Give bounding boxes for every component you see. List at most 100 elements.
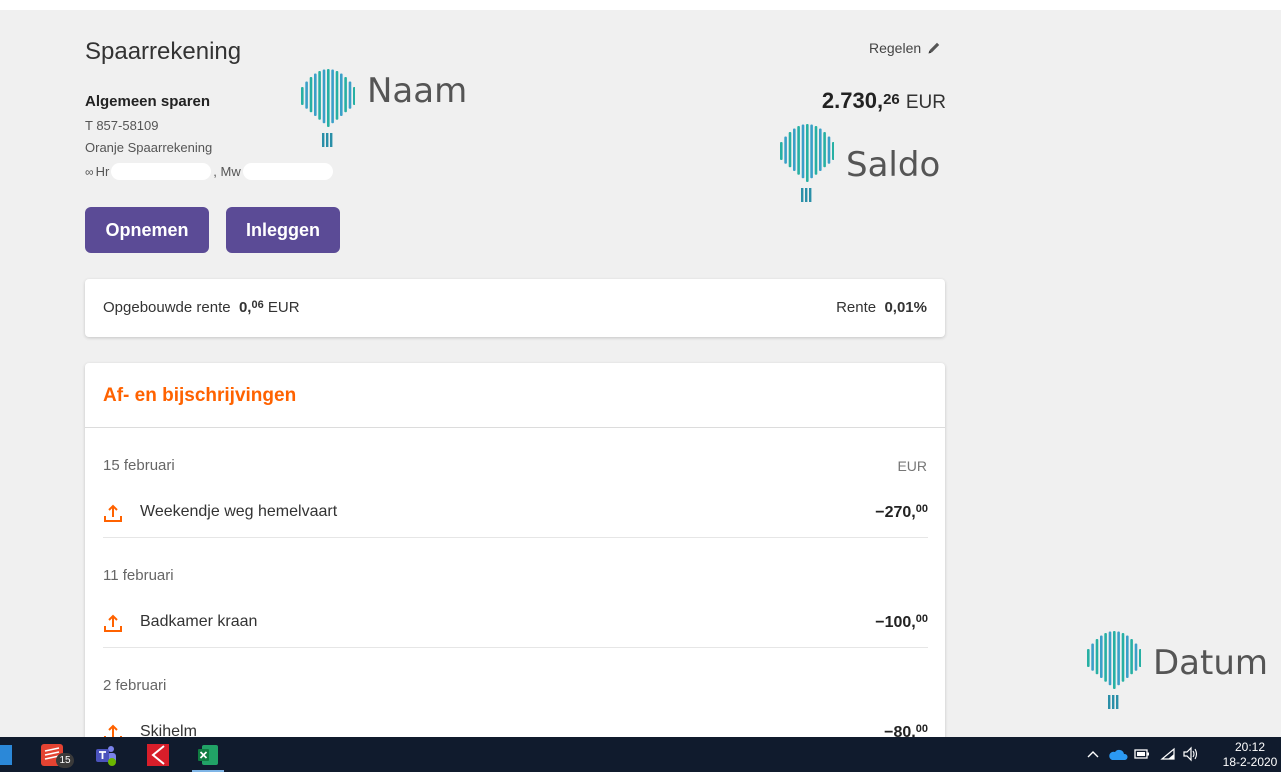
interest-rate-value: 0,01%: [884, 299, 927, 316]
settings-label: Regelen: [869, 40, 922, 56]
date-header: 11 februari: [103, 567, 174, 584]
logo-bar: [301, 87, 304, 105]
logo-bar: [344, 77, 347, 113]
logo-bar: [788, 132, 792, 168]
row-divider: [103, 647, 928, 648]
logo-basket-bar: [326, 133, 329, 147]
transaction-row[interactable]: Badkamer kraan −100,00: [103, 609, 928, 639]
logo-bar: [322, 69, 326, 124]
annotation-date: Datum: [1085, 627, 1268, 717]
logo-bar: [305, 81, 308, 109]
logo-bar: [810, 124, 813, 179]
account-holders: ∞ Hr , Mw: [85, 163, 333, 180]
transaction-description: Badkamer kraan: [140, 613, 258, 630]
logo-basket-bar: [1108, 695, 1111, 709]
logo-basket-bar: [322, 133, 325, 147]
clock-date: 18-2-2020: [1222, 755, 1278, 769]
accrued-interest-integer: 0,: [238, 299, 252, 316]
transaction-amount: −100,00: [875, 613, 928, 632]
taskbar: 15 20:12 18-2-2020: [0, 737, 1281, 772]
transaction-amount: −270,00: [875, 503, 928, 522]
logo-bar: [1104, 633, 1107, 682]
account-name: Algemeen sparen: [85, 93, 211, 110]
logo-basket-bar: [330, 133, 333, 147]
interest-rate-label: Rente: [836, 299, 877, 316]
logo-bar: [780, 142, 783, 160]
amount-cents: 00: [915, 503, 928, 515]
logo-bar: [335, 71, 339, 120]
settings-link[interactable]: Regelen: [869, 40, 941, 56]
top-strip: [0, 0, 1281, 10]
logo-basket-bar: [1116, 695, 1119, 709]
annotation-name-label: Naam: [367, 71, 468, 111]
annotation-balance: Saldo: [778, 120, 940, 210]
teams-icon[interactable]: [94, 743, 118, 767]
redaction-block: [195, 703, 243, 715]
transaction-row[interactable]: Weekendje weg hemelvaart −270,00: [103, 499, 928, 529]
logo-bar: [823, 132, 826, 168]
annotation-name: Naam: [299, 65, 467, 155]
logo-bar: [318, 71, 321, 120]
link-icon: ∞: [85, 164, 94, 179]
holder-2: , Mw: [213, 164, 241, 179]
logo-bar: [1095, 639, 1099, 675]
speaker-icon[interactable]: [1182, 746, 1200, 762]
annotation-date-label: Datum: [1153, 643, 1269, 683]
logo-basket-bar: [809, 188, 812, 202]
holder-1: Hr: [95, 164, 110, 179]
logo-bar: [827, 136, 831, 164]
start-icon[interactable]: [0, 745, 12, 765]
onedrive-icon[interactable]: [1108, 747, 1128, 761]
logo-bar: [1108, 631, 1112, 686]
logo-bar: [784, 136, 787, 164]
amount-cents: 00: [915, 723, 928, 735]
pencil-icon: [928, 42, 940, 54]
date-header: 15 februari: [103, 457, 175, 474]
logo-bar: [1087, 649, 1090, 667]
battery-icon[interactable]: [1134, 748, 1150, 760]
balance-integer: 2.730,: [821, 88, 884, 113]
logo-basket-bar: [1112, 695, 1115, 709]
accrued-interest-currency: EUR: [267, 299, 300, 316]
accrued-interest: Opgebouwde rente 0,06 EUR: [103, 299, 300, 316]
row-divider: [103, 537, 928, 538]
date-header: 2 februari: [103, 677, 167, 694]
logo-bar: [353, 87, 355, 105]
interest-card: Opgebouwde rente 0,06 EUR Rente 0,01%: [85, 279, 945, 337]
logo-bar: [348, 81, 352, 109]
logo-bar: [340, 73, 343, 116]
excel-icon[interactable]: [196, 743, 220, 767]
redaction-block: [111, 163, 212, 180]
transaction-description: Weekendje weg hemelvaart: [140, 503, 338, 520]
amount-integer: −100,: [875, 614, 916, 631]
deposit-button[interactable]: Inleggen: [226, 207, 340, 253]
logo-bar: [1117, 631, 1120, 686]
logo-bar: [1100, 635, 1103, 678]
chevron-up-icon[interactable]: [1087, 749, 1099, 759]
amount-integer: −270,: [875, 504, 916, 521]
wifi-icon[interactable]: [1160, 747, 1176, 761]
logo-bar: [1130, 639, 1133, 675]
annotation-balance-label: Saldo: [846, 145, 941, 185]
logo-basket-bar: [805, 188, 808, 202]
system-clock[interactable]: 20:12 18-2-2020: [1222, 740, 1278, 770]
todoist-badge: 15: [56, 753, 74, 768]
outgoing-arrow-icon: [104, 504, 122, 522]
app-red-icon[interactable]: [146, 743, 170, 767]
divider: [85, 427, 945, 428]
redaction-block: [242, 163, 333, 180]
logo-bar: [1134, 643, 1138, 671]
logo-bar: [1121, 633, 1125, 682]
logo-bar: [1126, 635, 1129, 678]
logo-bar: [814, 126, 818, 175]
logo-bar: [1091, 643, 1094, 671]
accrued-interest-label: Opgebouwde rente: [103, 299, 231, 316]
page-title: Spaarrekening: [85, 38, 242, 65]
interest-rate: Rente 0,01%: [836, 299, 927, 316]
logo-bar: [806, 124, 809, 182]
balloon-logo-icon: [780, 124, 834, 202]
logo-bar: [1139, 649, 1141, 667]
withdraw-button[interactable]: Opnemen: [85, 207, 209, 253]
balance-currency: EUR: [905, 92, 946, 113]
account-balance: 2.730,26 EUR: [786, 88, 946, 114]
